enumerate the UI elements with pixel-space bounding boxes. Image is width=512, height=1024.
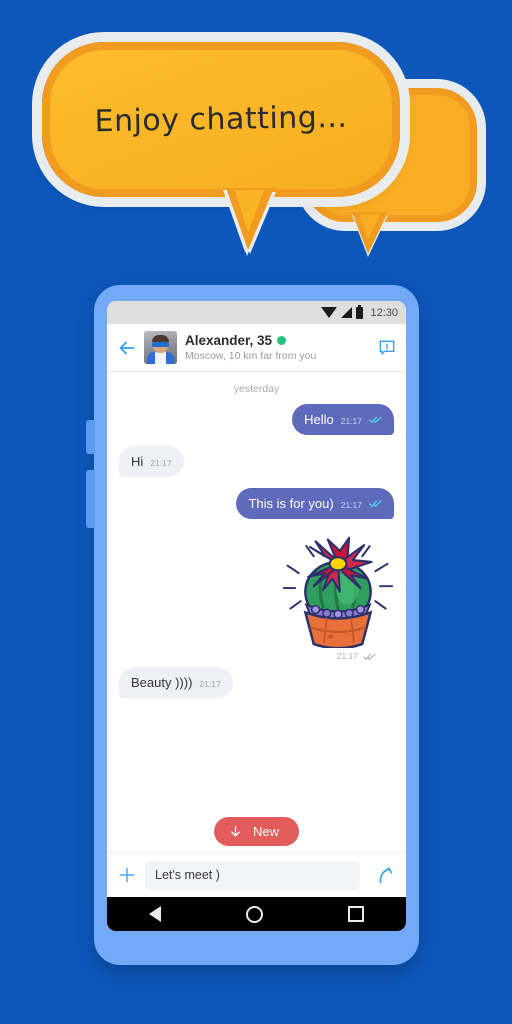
message-time: 21:17 xyxy=(340,416,362,426)
cactus-flower-pot-sticker[interactable] xyxy=(282,530,394,650)
message-input-value: Let's meet ) xyxy=(155,868,220,882)
message-row: This is for you) 21:17 xyxy=(119,488,394,519)
nav-recents-icon[interactable] xyxy=(347,906,364,922)
read-receipt-icon xyxy=(369,416,382,423)
message-row: Beauty )))) 21:17 xyxy=(119,667,394,698)
contact-name: Alexander, 35 xyxy=(185,333,273,348)
speech-bubble-primary-tail xyxy=(226,188,274,250)
contact-location: Moscow, 10 km far from you xyxy=(185,350,317,362)
message-time: 21:17 xyxy=(336,651,358,661)
chat-header: Alexander, 35 Moscow, 10 km far from you xyxy=(107,324,406,372)
send-arrow-icon[interactable] xyxy=(374,864,396,886)
read-receipt-icon xyxy=(369,500,382,507)
message-input-field[interactable]: Let's meet ) xyxy=(145,860,360,890)
status-bar-clock: 12:30 xyxy=(370,306,398,319)
phone-mockup: 12:30 Alexander, 35 Moscow, 10 km far fr… xyxy=(86,285,419,965)
new-messages-button[interactable]: New xyxy=(213,817,299,846)
plus-icon[interactable] xyxy=(117,865,137,885)
message-bubble-outgoing[interactable]: Hello 21:17 xyxy=(292,404,394,435)
back-arrow-icon[interactable] xyxy=(116,337,138,359)
message-time: 21:17 xyxy=(199,679,221,689)
report-icon[interactable] xyxy=(377,338,397,358)
nav-back-icon[interactable] xyxy=(149,906,162,922)
hero-banner: Enjoy chatting... xyxy=(0,0,512,290)
phone-volume-up-button xyxy=(86,420,95,454)
message-text: Hello xyxy=(304,412,334,427)
hero-headline: Enjoy chatting... xyxy=(94,99,348,140)
message-text: Hi xyxy=(131,454,144,469)
battery-icon xyxy=(356,304,364,319)
device-screen: 12:30 Alexander, 35 Moscow, 10 km far fr… xyxy=(107,301,406,931)
chat-header-texts: Alexander, 35 Moscow, 10 km far from you xyxy=(185,333,377,362)
read-receipt-icon xyxy=(363,653,376,660)
app-store-promo-screenshot: Enjoy chatting... 12:30 Alexander, 35 Mo… xyxy=(0,0,512,1024)
speech-bubble-secondary-tail xyxy=(352,212,388,254)
message-time: 21:17 xyxy=(340,500,362,510)
sticker-meta: 21:17 xyxy=(337,651,376,661)
android-navigation-bar xyxy=(107,897,406,931)
message-text: This is for you) xyxy=(248,496,334,511)
phone-volume-down-button xyxy=(86,470,95,528)
signal-icon xyxy=(341,307,353,318)
new-messages-label: New xyxy=(252,824,279,839)
status-bar: 12:30 xyxy=(107,301,406,324)
message-bubble-incoming[interactable]: Beauty )))) 21:17 xyxy=(119,667,233,698)
message-bubble-incoming[interactable]: Hi 21:17 xyxy=(119,446,184,477)
message-row: Hello 21:17 xyxy=(119,404,394,435)
arrow-down-icon xyxy=(231,825,240,837)
message-time: 21:17 xyxy=(150,458,172,468)
chat-message-list[interactable]: yesterday Hello 21:17 Hi 21:17 This is f… xyxy=(107,372,406,852)
wifi-icon xyxy=(321,307,338,318)
nav-home-icon[interactable] xyxy=(245,905,263,923)
message-bubble-outgoing[interactable]: This is for you) 21:17 xyxy=(236,488,394,519)
message-row: 21:17 xyxy=(119,530,394,661)
message-row: Hi 21:17 xyxy=(119,446,394,477)
online-status-dot xyxy=(277,336,287,345)
new-messages-banner: New xyxy=(107,817,406,846)
message-text: Beauty )))) xyxy=(131,675,193,690)
avatar[interactable] xyxy=(144,331,177,364)
day-divider: yesterday xyxy=(233,383,280,395)
message-input-bar: Let's meet ) xyxy=(107,852,406,897)
